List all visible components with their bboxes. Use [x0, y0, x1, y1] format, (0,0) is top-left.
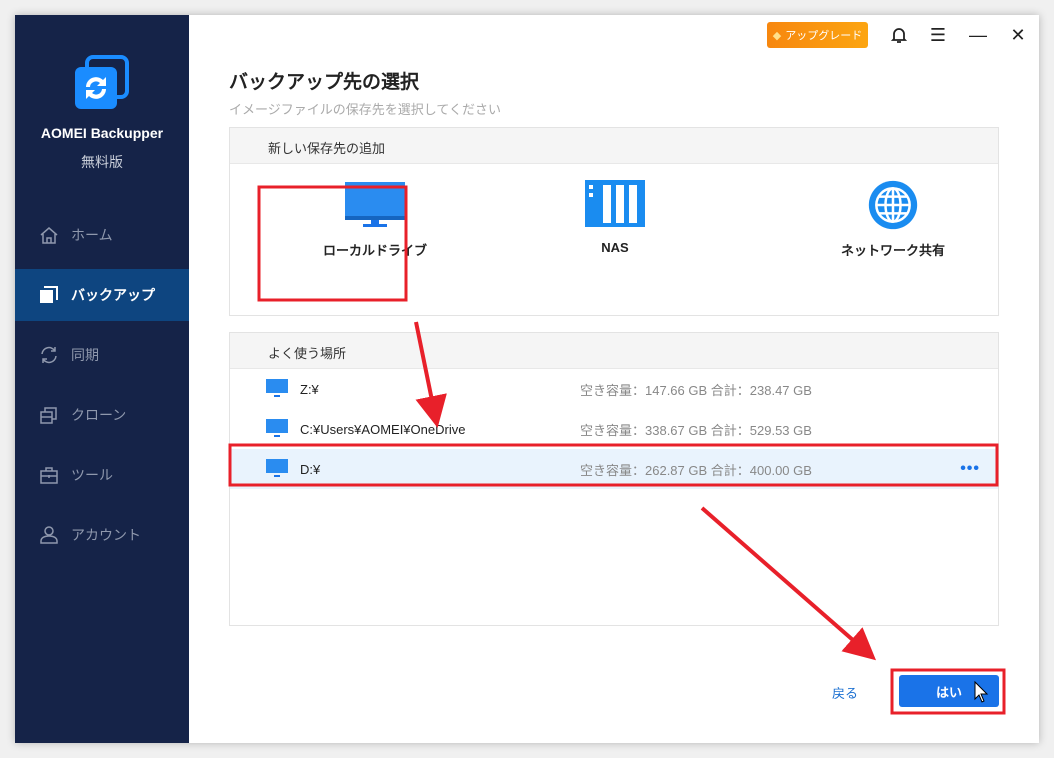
home-icon — [40, 227, 58, 244]
app-window: AOMEI Backupper 無料版 ホーム バックアップ 同期 クローン ツ… — [15, 15, 1039, 743]
location-row[interactable]: Z:¥ 空き容量：147.66 GB 合計：238.47 GB — [230, 369, 998, 409]
monitor-icon — [266, 379, 288, 397]
sidebar-item-label: バックアップ — [71, 287, 155, 303]
diamond-icon: ◆ — [772, 29, 782, 42]
bell-icon[interactable] — [889, 25, 909, 45]
app-logo-icon — [75, 55, 129, 109]
app-edition: 無料版 — [81, 154, 123, 170]
sidebar-item-label: ツール — [71, 467, 113, 483]
nas-option[interactable]: NAS — [540, 180, 690, 255]
location-name: C:¥Users¥AOMEI¥OneDrive — [300, 421, 466, 437]
user-icon — [40, 526, 58, 544]
location-row-selected[interactable]: D:¥ 空き容量：262.87 GB 合計：400.00 GB ••• — [230, 449, 998, 489]
toolbox-icon — [40, 467, 58, 484]
app-name: AOMEI Backupper — [40, 125, 164, 141]
location-capacity: 空き容量：262.87 GB 合計：400.00 GB — [580, 462, 812, 478]
monitor-icon — [266, 419, 288, 437]
option-label: ローカルドライブ — [322, 243, 427, 258]
globe-icon — [868, 180, 918, 230]
page-title: バックアップ先の選択 — [229, 72, 420, 93]
panel-header: 新しい保存先の追加 — [230, 128, 998, 164]
option-label: NAS — [601, 240, 629, 255]
menu-icon[interactable]: ☰ — [928, 25, 948, 45]
sidebar-item-label: アカウント — [71, 527, 141, 543]
sidebar-item-home[interactable]: ホーム — [15, 209, 189, 261]
sync-icon — [41, 346, 57, 364]
sidebar-item-backup[interactable]: バックアップ — [15, 269, 189, 321]
minimize-button[interactable]: — — [968, 25, 988, 45]
location-capacity: 空き容量：338.67 GB 合計：529.53 GB — [580, 422, 812, 438]
panel-header: よく使う場所 — [230, 333, 998, 369]
more-options-icon[interactable]: ••• — [960, 460, 980, 478]
clone-icon — [40, 407, 57, 424]
sidebar-item-label: クローン — [71, 407, 127, 423]
close-button[interactable]: ✕ — [1008, 25, 1028, 45]
location-row[interactable]: C:¥Users¥AOMEI¥OneDrive 空き容量：338.67 GB 合… — [230, 409, 998, 449]
page-subtitle: イメージファイルの保存先を選択してください — [229, 102, 501, 117]
monitor-icon — [266, 459, 288, 477]
sidebar-item-sync[interactable]: 同期 — [15, 329, 189, 381]
new-destination-panel: 新しい保存先の追加 ローカルドライブ NAS ネットワーク共有 — [229, 127, 999, 316]
back-button[interactable]: 戻る — [832, 683, 858, 702]
recent-locations-panel: よく使う場所 Z:¥ 空き容量：147.66 GB 合計：238.47 GB C… — [229, 332, 999, 626]
sidebar-item-clone[interactable]: クローン — [15, 389, 189, 441]
location-name: Z:¥ — [300, 381, 319, 397]
sidebar-item-label: ホーム — [71, 227, 113, 243]
sidebar-item-account[interactable]: アカウント — [15, 509, 189, 561]
location-name: D:¥ — [300, 461, 321, 477]
upgrade-button[interactable]: ◆ アップグレード — [767, 22, 868, 48]
network-share-option[interactable]: ネットワーク共有 — [818, 180, 968, 259]
sidebar-item-tools[interactable]: ツール — [15, 449, 189, 501]
main-content: ◆ アップグレード ☰ — ✕ バックアップ先の選択 イメージファイルの保存先を選… — [189, 15, 1039, 743]
option-label: ネットワーク共有 — [840, 243, 945, 258]
sidebar-item-label: 同期 — [71, 347, 99, 363]
backup-icon — [40, 286, 58, 303]
upgrade-label: アップグレード — [785, 30, 863, 42]
monitor-icon — [345, 182, 405, 227]
ok-button[interactable]: はい — [899, 675, 999, 707]
local-drive-option[interactable]: ローカルドライブ — [300, 180, 450, 259]
sidebar: AOMEI Backupper 無料版 ホーム バックアップ 同期 クローン ツ… — [15, 15, 189, 743]
nas-icon — [585, 180, 645, 227]
location-capacity: 空き容量：147.66 GB 合計：238.47 GB — [580, 382, 812, 398]
